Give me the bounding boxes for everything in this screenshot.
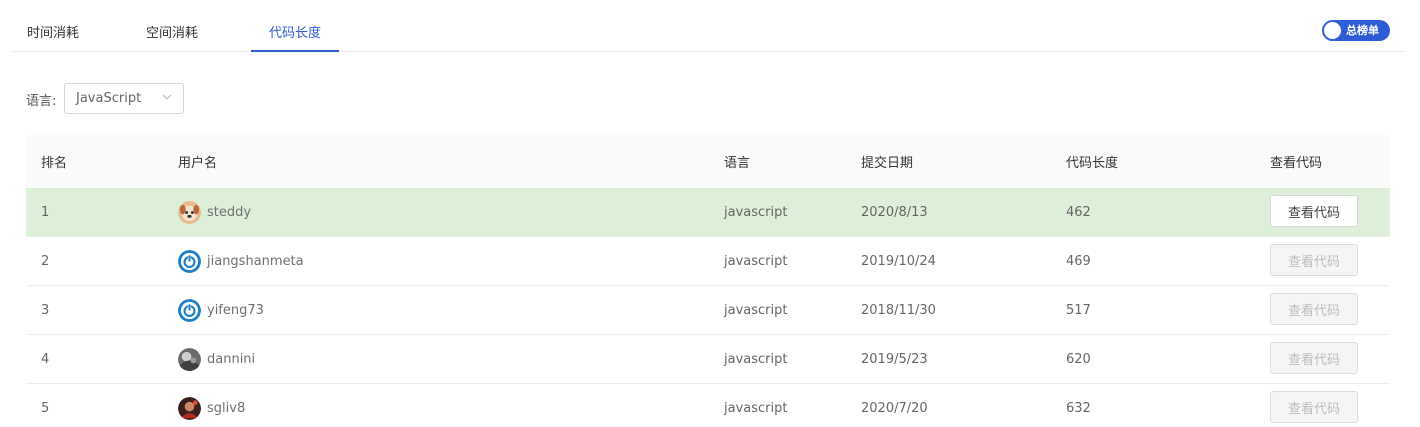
view-code-button[interactable]: 查看代码 xyxy=(1270,195,1358,227)
date-cell: 2020/7/20 xyxy=(861,400,928,416)
rank-cell: 1 xyxy=(41,204,50,220)
table-row: 5 sgliv8 javascript 2020/7/20 632 查看代码 xyxy=(26,384,1390,427)
chevron-down-icon xyxy=(162,94,172,100)
username-link[interactable]: dannini xyxy=(207,352,255,367)
user-cell: dannini xyxy=(178,335,255,383)
tab-bar: 时间消耗 空间消耗 代码长度 xyxy=(12,12,1405,52)
user-cell: jiangshanmeta xyxy=(178,237,304,285)
view-code-button[interactable]: 查看代码 xyxy=(1270,391,1358,423)
dog-avatar-icon[interactable] xyxy=(178,200,201,224)
date-cell: 2018/11/30 xyxy=(861,302,936,318)
tab-code-length[interactable]: 代码长度 xyxy=(251,22,339,52)
table-row: 1 steddy javascript 2020/8/13 462 查看代码 xyxy=(26,188,1390,237)
language-cell: javascript xyxy=(724,302,788,318)
rank-cell: 5 xyxy=(41,400,50,416)
date-cell: 2019/10/24 xyxy=(861,253,936,269)
photo-avatar-icon[interactable] xyxy=(178,347,201,371)
user-cell: sgliv8 xyxy=(178,384,245,427)
language-cell: javascript xyxy=(724,253,788,269)
ranking-table: 排名 用户名 语言 提交日期 代码长度 查看代码 1 steddy javasc… xyxy=(26,135,1390,427)
photo-avatar-icon[interactable] xyxy=(178,396,201,420)
header-language: 语言 xyxy=(724,156,751,171)
length-cell: 462 xyxy=(1066,204,1091,220)
table-row: 4 dannini javascript 2019/5/23 620 查看代码 xyxy=(26,335,1390,384)
length-cell: 469 xyxy=(1066,253,1091,269)
username-link[interactable]: jiangshanmeta xyxy=(207,254,304,269)
header-date: 提交日期 xyxy=(861,156,914,171)
user-cell: yifeng73 xyxy=(178,286,264,334)
user-cell: steddy xyxy=(178,188,251,236)
length-cell: 517 xyxy=(1066,302,1091,318)
username-link[interactable]: sgliv8 xyxy=(207,401,245,416)
language-select[interactable]: JavaScript xyxy=(64,83,184,114)
date-cell: 2020/8/13 xyxy=(861,204,928,220)
table-header: 排名 用户名 语言 提交日期 代码长度 查看代码 xyxy=(26,135,1390,188)
table-row: 3 yifeng73 javascript 2018/11/30 517 查看代… xyxy=(26,286,1390,335)
length-cell: 620 xyxy=(1066,351,1091,367)
rank-cell: 2 xyxy=(41,253,50,269)
header-view-code: 查看代码 xyxy=(1270,156,1323,171)
power-avatar-icon[interactable] xyxy=(178,249,201,273)
toggle-knob xyxy=(1324,22,1341,39)
header-code-length: 代码长度 xyxy=(1066,156,1119,171)
language-filter-label: 语言: xyxy=(26,94,57,109)
header-username: 用户名 xyxy=(178,156,218,171)
rank-cell: 3 xyxy=(41,302,50,318)
length-cell: 632 xyxy=(1066,400,1091,416)
toggle-label: 总榜单 xyxy=(1346,24,1379,37)
date-cell: 2019/5/23 xyxy=(861,351,928,367)
overall-ranking-toggle[interactable]: 总榜单 xyxy=(1322,20,1390,41)
table-row: 2 jiangshanmeta javascript 2019/10/24 46… xyxy=(26,237,1390,286)
header-rank: 排名 xyxy=(41,156,68,171)
view-code-button[interactable]: 查看代码 xyxy=(1270,293,1358,325)
language-cell: javascript xyxy=(724,351,788,367)
language-cell: javascript xyxy=(724,204,788,220)
language-select-value: JavaScript xyxy=(76,91,142,106)
tab-time[interactable]: 时间消耗 xyxy=(27,22,79,52)
active-tab-indicator xyxy=(251,50,339,52)
view-code-button[interactable]: 查看代码 xyxy=(1270,342,1358,374)
language-cell: javascript xyxy=(724,400,788,416)
rank-cell: 4 xyxy=(41,351,50,367)
view-code-button[interactable]: 查看代码 xyxy=(1270,244,1358,276)
username-link[interactable]: steddy xyxy=(207,205,251,220)
tab-space[interactable]: 空间消耗 xyxy=(146,22,198,52)
power-avatar-icon[interactable] xyxy=(178,298,201,322)
username-link[interactable]: yifeng73 xyxy=(207,303,264,318)
